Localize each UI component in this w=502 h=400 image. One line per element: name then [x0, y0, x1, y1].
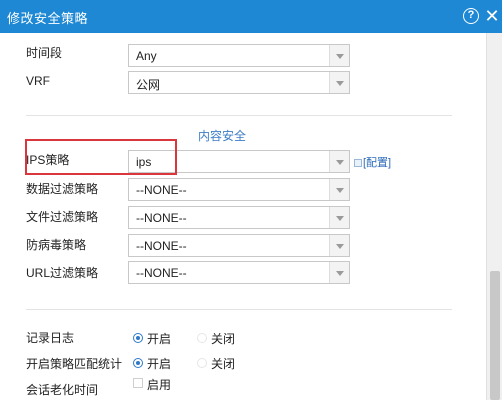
match-stats-off-label[interactable]: 关闭: [211, 355, 235, 372]
session-aging-enable-label[interactable]: 启用: [147, 376, 171, 393]
url-filter-select[interactable]: --NONE--: [128, 261, 350, 284]
url-filter-label: URL过滤策略: [26, 266, 99, 280]
match-stats-on-label[interactable]: 开启: [147, 355, 171, 372]
config-icon: [354, 159, 362, 167]
data-filter-value: --NONE--: [136, 183, 187, 197]
session-aging-checkbox[interactable]: [133, 378, 143, 388]
ips-config-link[interactable]: [配置]: [354, 154, 391, 170]
chevron-down-icon[interactable]: [329, 151, 349, 172]
vertical-scrollbar[interactable]: [486, 33, 502, 400]
file-filter-value: --NONE--: [136, 211, 187, 225]
vrf-value: 公网: [136, 78, 161, 92]
dialog-title: 修改安全策略: [7, 11, 89, 26]
antivirus-value: --NONE--: [136, 239, 187, 253]
match-stats-on-radio[interactable]: [133, 358, 143, 368]
file-filter-select[interactable]: --NONE--: [128, 206, 350, 229]
vrf-label: VRF: [26, 74, 50, 88]
dialog-content: 时间段 Any VRF 公网 内容安全 IPS策略 ips [配置] 数据过滤策…: [0, 33, 486, 400]
vrf-select[interactable]: 公网: [128, 71, 350, 94]
chevron-down-icon[interactable]: [329, 72, 349, 93]
antivirus-label: 防病毒策略: [26, 238, 87, 252]
scrollbar-thumb[interactable]: [490, 271, 500, 400]
data-filter-select[interactable]: --NONE--: [128, 178, 350, 201]
file-filter-label: 文件过滤策略: [26, 210, 99, 224]
chevron-down-icon[interactable]: [329, 207, 349, 228]
session-aging-label: 会话老化时间: [26, 383, 99, 397]
section-divider: [26, 115, 452, 116]
time-period-value: Any: [136, 49, 157, 63]
ips-config-link-text: [配置]: [363, 157, 392, 169]
match-stats-label: 开启策略匹配统计: [26, 357, 123, 371]
section-divider: [26, 309, 452, 310]
time-period-label: 时间段: [26, 46, 63, 60]
chevron-down-icon[interactable]: [329, 235, 349, 256]
antivirus-select[interactable]: --NONE--: [128, 234, 350, 257]
match-stats-off-radio[interactable]: [197, 358, 207, 368]
log-off-radio[interactable]: [197, 333, 207, 343]
time-period-select[interactable]: Any: [128, 44, 350, 67]
question-circle-icon[interactable]: ?: [463, 8, 479, 24]
ips-highlight-box: [25, 139, 177, 175]
log-label: 记录日志: [26, 331, 75, 345]
log-on-radio[interactable]: [133, 333, 143, 343]
chevron-down-icon[interactable]: [329, 262, 349, 283]
close-icon[interactable]: ✕: [484, 6, 500, 26]
log-off-label[interactable]: 关闭: [211, 330, 235, 347]
dialog-titlebar: 修改安全策略 ? ✕: [0, 0, 502, 33]
chevron-down-icon[interactable]: [329, 179, 349, 200]
log-on-label[interactable]: 开启: [147, 330, 171, 347]
chevron-down-icon[interactable]: [329, 45, 349, 66]
data-filter-label: 数据过滤策略: [26, 182, 99, 196]
url-filter-value: --NONE--: [136, 266, 187, 280]
